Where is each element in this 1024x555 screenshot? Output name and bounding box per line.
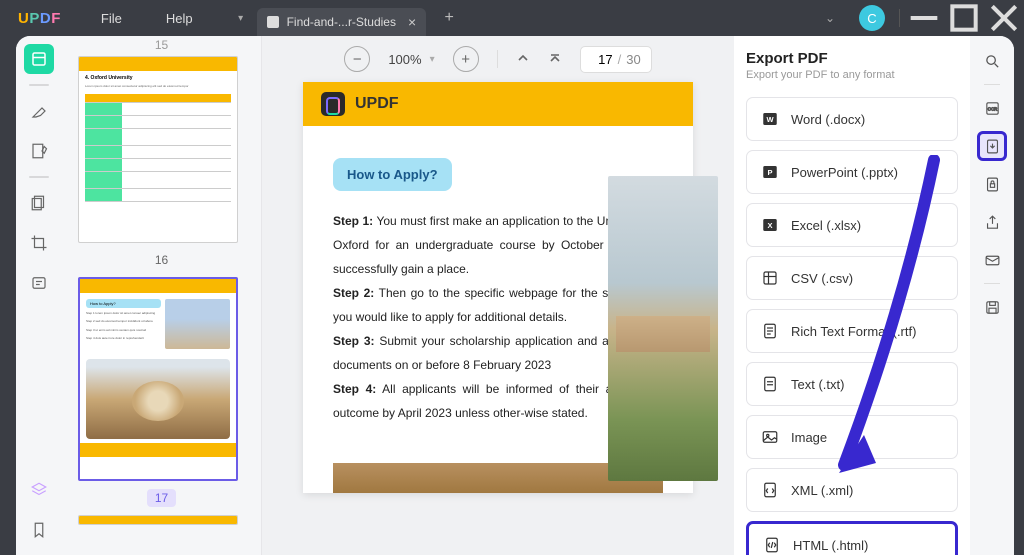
export-html-button[interactable]: HTML (.html) (746, 521, 958, 555)
export-rtf-button[interactable]: Rich Text Format (.rtf) (746, 309, 958, 353)
xml-icon (761, 481, 779, 499)
svg-text:OCR: OCR (987, 106, 996, 111)
tab-title: Find-and-...r-Studies (287, 15, 396, 29)
rtf-icon (761, 322, 779, 340)
page-side-image (608, 176, 718, 481)
edit-tool-button[interactable] (24, 136, 54, 166)
thumbnail-page-17[interactable]: How to Apply? Step 1 lorem ipsum dolor s… (78, 277, 238, 481)
excel-icon: X (761, 216, 779, 234)
separator (29, 176, 49, 178)
export-title: Export PDF (746, 50, 958, 67)
apply-heading: How to Apply? (333, 158, 452, 191)
export-powerpoint-button[interactable]: P PowerPoint (.pptx) (746, 150, 958, 194)
svg-text:X: X (767, 221, 772, 230)
document-tab[interactable]: Find-and-...r-Studies × (257, 8, 427, 36)
page-up-button[interactable] (516, 51, 530, 68)
page-brand-icon (321, 92, 345, 116)
thumbnail-panel: 15 4. Oxford University Lorem ipsum dolo… (62, 36, 262, 555)
export-txt-button[interactable]: Text (.txt) (746, 362, 958, 406)
export-xml-button[interactable]: XML (.xml) (746, 468, 958, 512)
export-panel: Export PDF Export your PDF to any format… (734, 36, 970, 555)
protect-button[interactable] (977, 169, 1007, 199)
zoom-in-button[interactable]: + (453, 46, 479, 72)
separator (984, 84, 1000, 85)
save-button[interactable] (977, 292, 1007, 322)
thumbnails-tool-button[interactable] (24, 44, 54, 74)
thumbnail-page-18[interactable] (78, 515, 238, 525)
menu-file[interactable]: File (79, 11, 144, 26)
page-total: 30 (626, 52, 640, 67)
window-minimize-button[interactable] (904, 0, 944, 36)
title-bar: UPDF File Help ▾ Find-and-...r-Studies ×… (0, 0, 1024, 36)
tab-add-button[interactable]: + (434, 9, 464, 27)
page-counter[interactable]: / 30 (580, 46, 652, 73)
page-toolbar: − 100% ▾ + / 30 (262, 36, 734, 82)
right-toolbar: OCR (970, 36, 1014, 555)
user-avatar[interactable]: C (859, 5, 885, 31)
separator (984, 283, 1000, 284)
export-pdf-button[interactable] (977, 131, 1007, 161)
separator (29, 84, 49, 86)
zoom-out-button[interactable]: − (344, 46, 370, 72)
tab-dropdown-icon[interactable]: ▾ (225, 4, 257, 32)
separator (497, 50, 498, 68)
crop-tool-button[interactable] (24, 228, 54, 258)
app-logo: UPDF (0, 10, 79, 27)
window-maximize-button[interactable] (944, 0, 984, 36)
html-icon (763, 536, 781, 554)
bookmark-button[interactable] (24, 515, 54, 545)
thumb-label-prev: 15 (78, 36, 245, 56)
txt-icon (761, 375, 779, 393)
csv-icon (761, 269, 779, 287)
export-word-button[interactable]: W Word (.docx) (746, 97, 958, 141)
thumbnail-page-16[interactable]: 4. Oxford University Lorem ipsum dolor s… (78, 56, 238, 243)
svg-text:P: P (767, 168, 772, 177)
left-toolbar (16, 36, 62, 555)
export-csv-button[interactable]: CSV (.csv) (746, 256, 958, 300)
chevron-down-icon[interactable]: ⌄ (811, 11, 849, 25)
powerpoint-icon: P (761, 163, 779, 181)
form-tool-button[interactable] (24, 268, 54, 298)
share-button[interactable] (977, 207, 1007, 237)
layers-button[interactable] (24, 475, 54, 505)
zoom-level[interactable]: 100% (388, 52, 421, 67)
window-close-button[interactable] (984, 0, 1024, 36)
tab-favicon-icon (267, 16, 279, 28)
thumb-label-16: 16 (78, 247, 245, 277)
page-first-button[interactable] (548, 51, 562, 68)
zoom-dropdown-icon[interactable]: ▾ (430, 54, 435, 65)
page-content: UPDF How to Apply? Step 1: You must firs… (303, 82, 693, 493)
export-subtitle: Export your PDF to any format (746, 69, 958, 81)
highlighter-tool-button[interactable] (24, 96, 54, 126)
page-current-input[interactable] (591, 52, 613, 67)
word-icon: W (761, 110, 779, 128)
ocr-button[interactable]: OCR (977, 93, 1007, 123)
export-image-button[interactable]: Image (746, 415, 958, 459)
tab-close-icon[interactable]: × (408, 14, 416, 30)
svg-text:W: W (766, 115, 774, 124)
separator (899, 9, 900, 27)
thumb-label-17: 17 (78, 485, 245, 515)
pages-tool-button[interactable] (24, 188, 54, 218)
page-brand-text: UPDF (355, 95, 399, 113)
search-button[interactable] (977, 46, 1007, 76)
image-icon (761, 428, 779, 446)
menu-help[interactable]: Help (144, 11, 215, 26)
page-view-area: − 100% ▾ + / 30 UPDF H (262, 36, 734, 555)
email-button[interactable] (977, 245, 1007, 275)
export-excel-button[interactable]: X Excel (.xlsx) (746, 203, 958, 247)
